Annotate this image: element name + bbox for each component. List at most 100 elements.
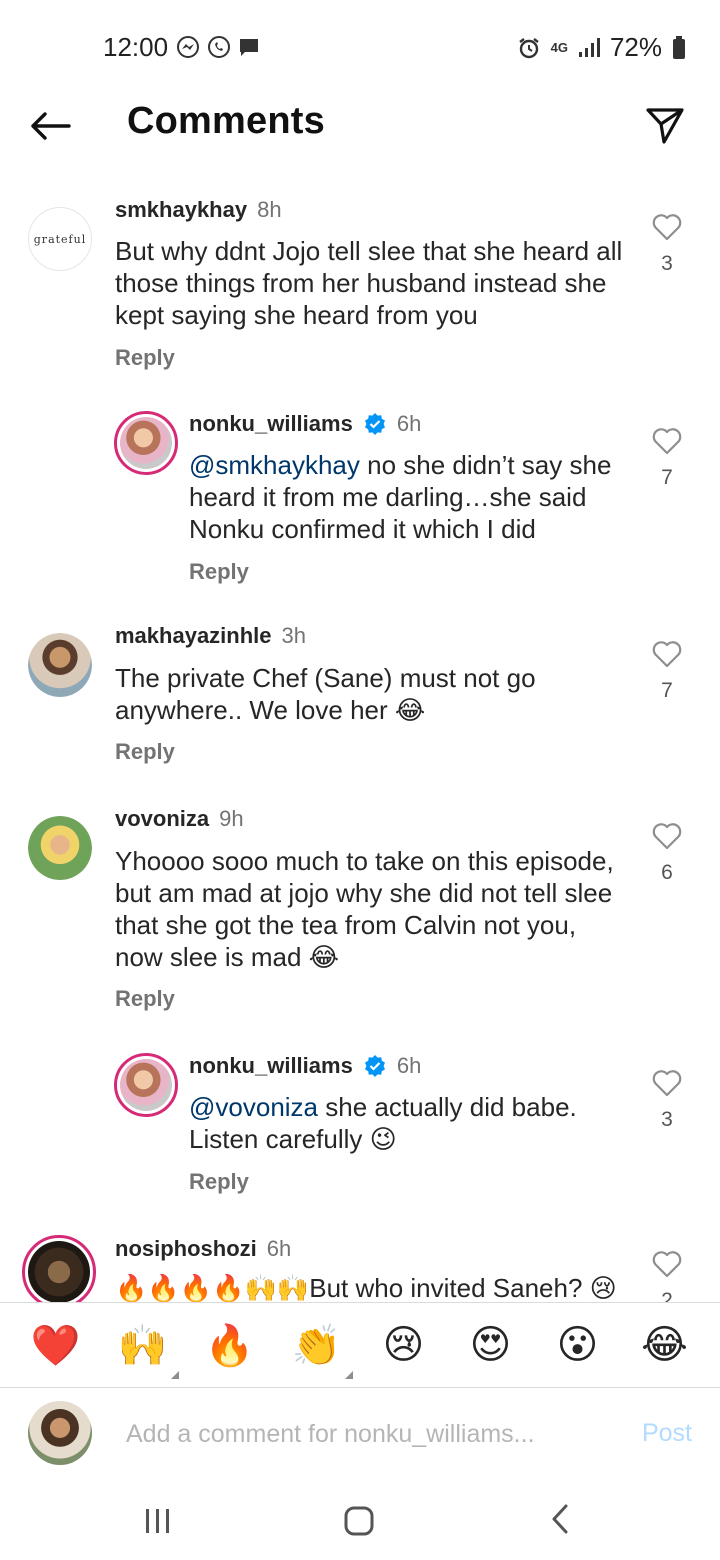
timestamp: 6h xyxy=(396,1053,422,1078)
avatar-image xyxy=(28,633,92,697)
heart-icon xyxy=(652,428,682,455)
like-count: 3 xyxy=(661,252,673,275)
reply-button[interactable]: Reply xyxy=(115,345,175,371)
post-button[interactable]: Post xyxy=(642,1419,692,1448)
username[interactable]: nonku_williams xyxy=(189,411,353,437)
like-count: 2 xyxy=(661,1289,673,1302)
username[interactable]: smkhaykhay xyxy=(115,197,247,223)
username[interactable]: vovoniza xyxy=(115,806,209,832)
avatar[interactable]: grateful xyxy=(28,207,92,271)
comment-meta: vovoniza 9h xyxy=(115,806,244,832)
status-right: 4G 72% xyxy=(517,32,686,63)
like-count: 7 xyxy=(661,466,673,489)
mention-link[interactable]: @smkhaykhay xyxy=(189,450,360,480)
avatar[interactable] xyxy=(28,816,92,880)
like-button[interactable]: 6 xyxy=(652,822,682,885)
avatar[interactable] xyxy=(22,1235,96,1302)
comment-meta: nonku_williams 6h xyxy=(189,411,421,437)
emoji-fire[interactable]: 🔥 xyxy=(200,1322,260,1369)
heart-icon xyxy=(652,214,682,241)
heart-icon xyxy=(652,823,682,850)
emoji-clapping-glyph: 👏 xyxy=(291,1322,342,1369)
comment-body: But why ddnt Jojo tell slee that she hea… xyxy=(115,236,623,330)
emoji-surprised[interactable]: 😮 xyxy=(548,1322,608,1368)
timestamp: 6h xyxy=(396,411,422,436)
comment-meta: makhayazinhle 3h xyxy=(115,623,306,649)
avatar-image xyxy=(120,1059,172,1111)
like-button[interactable]: 7 xyxy=(652,427,682,490)
comment-input[interactable] xyxy=(126,1416,596,1452)
verified-badge-icon xyxy=(364,1055,385,1077)
notification-icons xyxy=(176,35,260,59)
emoji-heart-eyes[interactable]: 😍 xyxy=(461,1322,521,1368)
comment-item: makhayazinhle 3h The private Chef (Sane)… xyxy=(0,620,720,780)
network-type: 4G xyxy=(550,39,568,55)
avatar[interactable] xyxy=(114,1053,178,1117)
comment-meta: nosiphoshozi 6h xyxy=(115,1236,291,1262)
back-nav-icon[interactable] xyxy=(548,1504,572,1534)
emoji-quick-bar: ❤️ 🙌 🔥 👏 😢 😍 😮 😂 xyxy=(0,1302,720,1388)
avatar-logo-text: grateful xyxy=(33,232,87,246)
comment-body: 🔥🔥🔥🔥🙌🙌But who invited Saneh? 😢 xyxy=(115,1273,617,1302)
page-title: Comments xyxy=(127,100,325,142)
message-icon xyxy=(240,39,258,56)
current-user-avatar xyxy=(28,1401,92,1465)
signal-icon xyxy=(578,37,600,57)
mention-link[interactable]: @vovoniza xyxy=(189,1092,318,1122)
reply-button[interactable]: Reply xyxy=(189,559,249,585)
skin-tone-indicator xyxy=(344,1370,353,1379)
back-button[interactable] xyxy=(26,106,74,146)
comment-body: The private Chef (Sane) must not go anyw… xyxy=(115,663,536,725)
alarm-icon xyxy=(518,37,539,58)
comments-list[interactable]: grateful smkhaykhay 8h But why ddnt Jojo… xyxy=(0,180,720,1302)
send-icon xyxy=(646,108,684,144)
like-count: 7 xyxy=(661,679,673,702)
like-button[interactable]: 3 xyxy=(652,213,682,276)
emoji-raised-hands-glyph: 🙌 xyxy=(117,1322,168,1369)
skin-tone-indicator xyxy=(170,1370,179,1379)
comment-meta: nonku_williams 6h xyxy=(189,1053,421,1079)
comment-text: Yhoooo sooo much to take on this episode… xyxy=(115,845,620,973)
username[interactable]: makhayazinhle xyxy=(115,623,272,649)
emoji-clapping[interactable]: 👏 xyxy=(287,1322,353,1379)
avatar-image xyxy=(28,816,92,880)
comment-text: But why ddnt Jojo tell slee that she hea… xyxy=(115,235,630,331)
like-button[interactable]: 7 xyxy=(652,640,682,703)
avatar[interactable] xyxy=(28,633,92,697)
comment-meta: smkhaykhay 8h xyxy=(115,197,282,223)
status-time: 12:00 xyxy=(103,32,169,62)
emoji-heart[interactable]: ❤️ xyxy=(26,1322,86,1369)
heart-icon xyxy=(652,1070,682,1097)
arrow-left-icon xyxy=(31,112,71,140)
like-button[interactable]: 3 xyxy=(652,1069,682,1132)
comment-item: grateful smkhaykhay 8h But why ddnt Jojo… xyxy=(0,180,720,385)
comment-text: @smkhaykhay no she didn’t say she heard … xyxy=(189,449,634,545)
reply-button[interactable]: Reply xyxy=(115,739,175,765)
system-nav-bar xyxy=(0,1478,720,1560)
like-button[interactable]: 2 xyxy=(652,1250,682,1302)
emoji-raised-hands[interactable]: 🙌 xyxy=(113,1322,179,1379)
whatsapp-icon xyxy=(208,36,230,58)
comment-body: Yhoooo sooo much to take on this episode… xyxy=(115,846,614,972)
heart-icon xyxy=(652,1251,682,1278)
verified-badge-icon xyxy=(364,413,385,435)
avatar-image xyxy=(120,417,172,469)
like-count: 3 xyxy=(661,1108,673,1131)
avatar-image xyxy=(28,1241,90,1302)
recent-apps-icon[interactable] xyxy=(144,1508,172,1534)
username[interactable]: nonku_williams xyxy=(189,1053,353,1079)
battery-percentage: 72% xyxy=(609,32,662,62)
emoji-laughing[interactable]: 😂 xyxy=(635,1322,695,1368)
share-button[interactable] xyxy=(644,104,686,146)
username[interactable]: nosiphoshozi xyxy=(115,1236,257,1262)
timestamp: 9h xyxy=(219,806,244,831)
comment-text: @vovoniza she actually did babe. Listen … xyxy=(189,1091,619,1155)
avatar[interactable] xyxy=(114,411,178,475)
comment-item: nosiphoshozi 6h 🔥🔥🔥🔥🙌🙌But who invited Sa… xyxy=(0,1235,720,1302)
reply-button[interactable]: Reply xyxy=(189,1169,249,1195)
reply-button[interactable]: Reply xyxy=(115,986,175,1012)
comment-text: 🔥🔥🔥🔥🙌🙌But who invited Saneh? 😢 xyxy=(115,1272,625,1302)
emoji-crying[interactable]: 😢 xyxy=(374,1322,434,1368)
header: Comments xyxy=(0,92,720,172)
home-icon[interactable] xyxy=(344,1506,374,1536)
